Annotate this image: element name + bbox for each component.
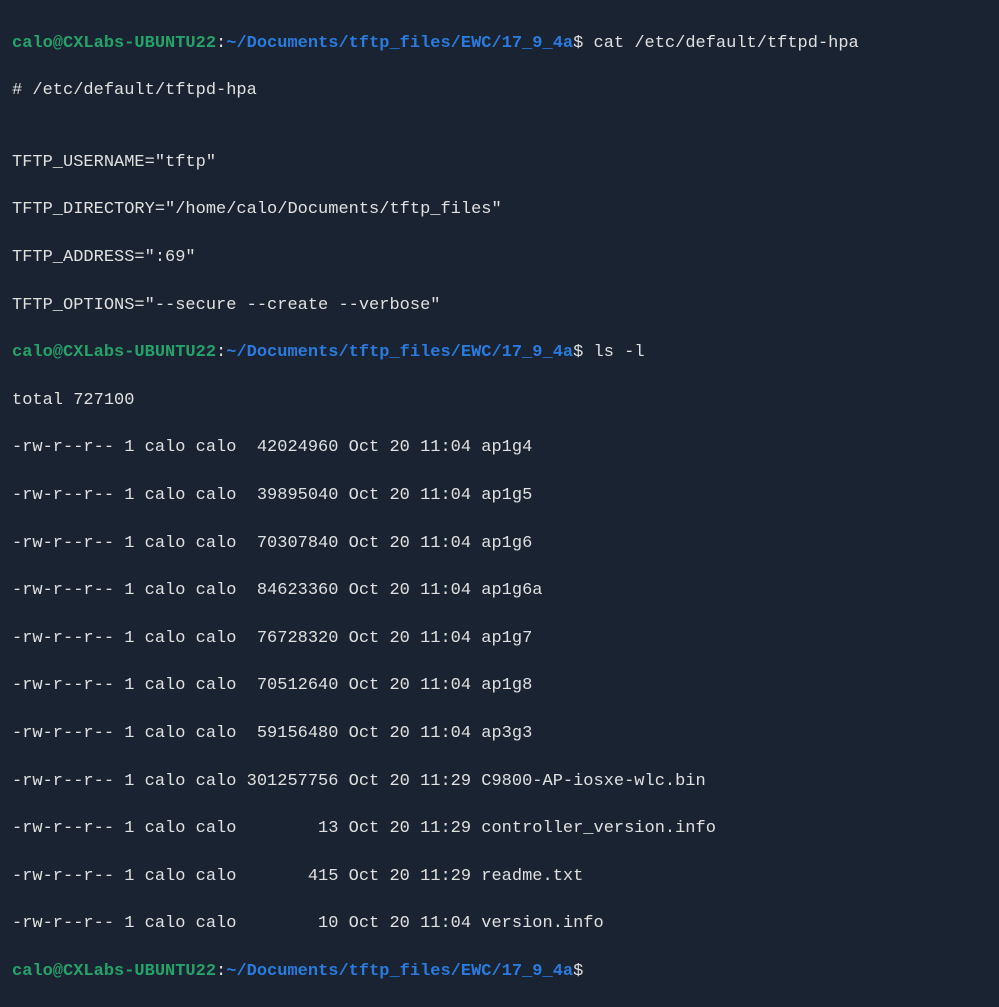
dollar: $: [573, 343, 583, 362]
ls-row: -rw-r--r-- 1 calo calo 70307840 Oct 20 1…: [12, 532, 987, 556]
user-host: calo@CXLabs-UBUNTU22: [12, 343, 216, 362]
output-options: TFTP_OPTIONS="--secure --create --verbos…: [12, 294, 987, 318]
command-ls: ls -l: [594, 343, 645, 362]
ls-row: -rw-r--r-- 1 calo calo 76728320 Oct 20 1…: [12, 627, 987, 651]
colon: :: [216, 34, 226, 53]
ls-row: -rw-r--r-- 1 calo calo 59156480 Oct 20 1…: [12, 722, 987, 746]
output-directory: TFTP_DIRECTORY="/home/calo/Documents/tft…: [12, 198, 987, 222]
output-username: TFTP_USERNAME="tftp": [12, 151, 987, 175]
prompt-line-1: calo@CXLabs-UBUNTU22:~/Documents/tftp_fi…: [12, 32, 987, 56]
user-host: calo@CXLabs-UBUNTU22: [12, 962, 216, 981]
ls-total: total 727100: [12, 389, 987, 413]
terminal-output[interactable]: calo@CXLabs-UBUNTU22:~/Documents/tftp_fi…: [12, 8, 987, 1007]
ls-row: -rw-r--r-- 1 calo calo 70512640 Oct 20 1…: [12, 674, 987, 698]
colon: :: [216, 343, 226, 362]
ls-row: -rw-r--r-- 1 calo calo 42024960 Oct 20 1…: [12, 436, 987, 460]
output-address: TFTP_ADDRESS=":69": [12, 246, 987, 270]
dollar: $: [573, 962, 583, 981]
ls-row: -rw-r--r-- 1 calo calo 13 Oct 20 11:29 c…: [12, 817, 987, 841]
user-host: calo@CXLabs-UBUNTU22: [12, 34, 216, 53]
prompt-line-2: calo@CXLabs-UBUNTU22:~/Documents/tftp_fi…: [12, 341, 987, 365]
output-comment: # /etc/default/tftpd-hpa: [12, 79, 987, 103]
path: ~/Documents/tftp_files/EWC/17_9_4a: [226, 962, 573, 981]
path: ~/Documents/tftp_files/EWC/17_9_4a: [226, 343, 573, 362]
ls-row: -rw-r--r-- 1 calo calo 301257756 Oct 20 …: [12, 770, 987, 794]
ls-row: -rw-r--r-- 1 calo calo 415 Oct 20 11:29 …: [12, 865, 987, 889]
prompt-line-3: calo@CXLabs-UBUNTU22:~/Documents/tftp_fi…: [12, 960, 987, 984]
command-cat: cat /etc/default/tftpd-hpa: [594, 34, 859, 53]
ls-row: -rw-r--r-- 1 calo calo 39895040 Oct 20 1…: [12, 484, 987, 508]
ls-row: -rw-r--r-- 1 calo calo 84623360 Oct 20 1…: [12, 579, 987, 603]
colon: :: [216, 962, 226, 981]
ls-row: -rw-r--r-- 1 calo calo 10 Oct 20 11:04 v…: [12, 912, 987, 936]
path: ~/Documents/tftp_files/EWC/17_9_4a: [226, 34, 573, 53]
dollar: $: [573, 34, 583, 53]
